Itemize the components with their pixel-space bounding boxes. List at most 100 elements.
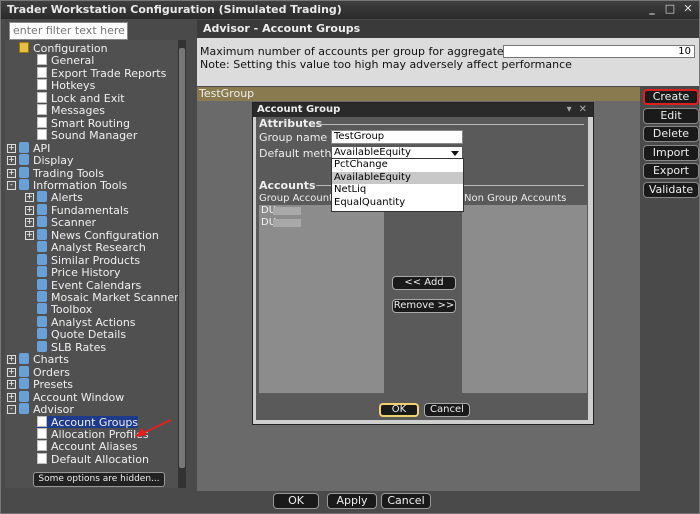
tree-item-general[interactable]: General: [37, 54, 95, 68]
hidden-options-button[interactable]: Some options are hidden...: [33, 472, 165, 487]
remove-button[interactable]: Remove >>: [392, 299, 456, 313]
tree-item-account-aliases[interactable]: Account Aliases: [37, 440, 138, 453]
tree-item-similar-products[interactable]: Similar Products: [37, 253, 140, 266]
import-button[interactable]: Import: [643, 144, 699, 161]
tree-expander-icon[interactable]: +: [7, 355, 16, 365]
apply-button[interactable]: Apply: [327, 493, 377, 509]
tree-item-trading-tools[interactable]: Trading Tools: [19, 166, 104, 179]
method-options-list[interactable]: PctChange AvailableEquity NetLiq EqualQuant…: [331, 158, 464, 212]
tree-item-api[interactable]: API: [19, 141, 50, 154]
group-name-input[interactable]: TestGroup: [331, 130, 463, 144]
create-button[interactable]: Create: [643, 89, 699, 105]
list-item[interactable]: DU: [259, 217, 384, 229]
chevron-down-icon[interactable]: [451, 151, 459, 156]
tree-item-analyst-research[interactable]: Analyst Research: [37, 241, 146, 254]
tree-item-news-configuration[interactable]: News Configuration: [37, 228, 159, 241]
tree-item-price-history[interactable]: Price History: [37, 266, 120, 279]
accounts-heading: Accounts: [259, 179, 316, 192]
tree-item-analyst-actions[interactable]: Analyst Actions: [37, 315, 136, 328]
method-option[interactable]: AvailableEquity: [332, 171, 463, 184]
tree-item-label: SLB Rates: [51, 340, 107, 354]
tree-item-export-trade-reports[interactable]: Export Trade Reports: [37, 66, 167, 80]
dialog-menu-icon[interactable]: ▾: [567, 104, 572, 115]
information-icon: [19, 178, 29, 190]
method-option[interactable]: NetLiq: [332, 184, 463, 197]
filter-input[interactable]: [9, 22, 128, 40]
group-row[interactable]: TestGroup: [197, 87, 640, 101]
tree-item-fundamentals[interactable]: Fundamentals: [37, 203, 129, 216]
tree-item-label: Lock and Exit: [51, 91, 125, 105]
tree-item-alerts[interactable]: Alerts: [37, 191, 83, 204]
tree-item-hotkeys[interactable]: Hotkeys: [37, 79, 95, 92]
tree-item-quote-details[interactable]: Quote Details: [37, 328, 126, 341]
validate-button[interactable]: Validate: [643, 182, 699, 198]
non-group-accounts-list[interactable]: [462, 205, 587, 393]
redacted-account: [273, 207, 301, 215]
tree-scrollbar[interactable]: [178, 40, 186, 488]
config-window: Trader Workstation Configuration (Simula…: [0, 0, 700, 514]
tree-item-slb-rates[interactable]: SLB Rates: [37, 340, 107, 354]
tree-item-smart-routing[interactable]: Smart Routing: [37, 116, 130, 129]
tree-item-label: General: [51, 54, 95, 68]
tree-item-label: Display: [33, 154, 74, 168]
group-accounts-header: Group Accounts: [259, 193, 339, 204]
tree-item-presets[interactable]: Presets: [19, 378, 74, 392]
account-group-dialog: Account Group ▾ ✕ Attributes Group name …: [252, 102, 594, 425]
tree-item-account-groups[interactable]: Account Groups: [37, 415, 139, 428]
tree-expander-icon[interactable]: +: [25, 205, 34, 215]
tree-expander-icon[interactable]: +: [25, 193, 34, 203]
scrollbar-thumb[interactable]: [179, 48, 185, 468]
tree-expander-icon[interactable]: +: [7, 380, 16, 390]
tree-item-orders[interactable]: Orders: [19, 365, 70, 378]
method-option[interactable]: EqualQuantity: [332, 197, 463, 210]
rates-icon: [37, 340, 47, 352]
tree-expander-icon[interactable]: +: [25, 230, 34, 240]
tree-expander-icon[interactable]: -: [7, 180, 16, 190]
tree-expander-icon[interactable]: -: [7, 405, 16, 415]
add-button[interactable]: << Add: [392, 276, 456, 290]
tree-expander-icon[interactable]: +: [7, 143, 16, 153]
method-option[interactable]: PctChange: [332, 159, 463, 172]
tree-item-charts[interactable]: Charts: [19, 353, 69, 366]
ok-button[interactable]: OK: [273, 493, 319, 509]
max-accounts-input[interactable]: [503, 45, 695, 58]
maximize-icon[interactable]: □: [663, 3, 677, 16]
dialog-close-icon[interactable]: ✕: [579, 104, 587, 115]
tree-item-default-allocation[interactable]: Default Allocation: [37, 452, 149, 466]
tree-item-messages[interactable]: Messages: [37, 104, 105, 117]
toolbox-icon: [37, 303, 47, 315]
tree-item-display[interactable]: Display: [19, 154, 74, 168]
tree-item-sound-manager[interactable]: Sound Manager: [37, 129, 137, 142]
tree-expander-icon[interactable]: +: [25, 218, 34, 228]
export-button[interactable]: Export: [643, 163, 699, 180]
minimize-icon[interactable]: _: [645, 3, 659, 16]
dialog-ok-button[interactable]: OK: [379, 403, 419, 417]
tree-item-event-calendars[interactable]: Event Calendars: [37, 278, 141, 291]
tree-item-label: Export Trade Reports: [51, 66, 167, 80]
tree-item-information-tools[interactable]: Information Tools: [19, 178, 127, 191]
dialog-cancel-button[interactable]: Cancel: [424, 403, 470, 417]
tree-expander-icon[interactable]: +: [7, 168, 16, 178]
tree-item-scanner[interactable]: Scanner: [37, 216, 96, 229]
fundamentals-icon: [37, 203, 47, 215]
dialog-title: Account Group: [257, 104, 341, 115]
close-icon[interactable]: ✕: [681, 3, 695, 16]
tree-item-lock-and-exit[interactable]: Lock and Exit: [37, 91, 125, 105]
tree-item-allocation-profiles[interactable]: Allocation Profiles: [37, 427, 149, 440]
cancel-button[interactable]: Cancel: [381, 493, 431, 509]
tree-item-label: Toolbox: [51, 303, 93, 317]
tree-item-account-window[interactable]: Account Window: [19, 390, 124, 403]
tree-item-advisor[interactable]: Advisor: [19, 403, 74, 416]
delete-button[interactable]: Delete: [643, 126, 699, 143]
group-accounts-list[interactable]: DU DU: [259, 205, 384, 393]
tree-item-configuration[interactable]: Configuration: [19, 42, 108, 55]
tree-expander-icon[interactable]: +: [7, 156, 16, 166]
tree-item-label: Default Allocation: [51, 452, 149, 466]
tree-item-mosaic-market-scanner[interactable]: Mosaic Market Scanner: [37, 291, 179, 304]
tree-item-label: Mosaic Market Scanner: [51, 291, 179, 304]
tree-item-label: Presets: [33, 378, 74, 392]
edit-button[interactable]: Edit: [643, 107, 699, 124]
tree-expander-icon[interactable]: +: [7, 367, 16, 377]
tree-expander-icon[interactable]: +: [7, 392, 16, 402]
tree-item-toolbox[interactable]: Toolbox: [37, 303, 93, 317]
